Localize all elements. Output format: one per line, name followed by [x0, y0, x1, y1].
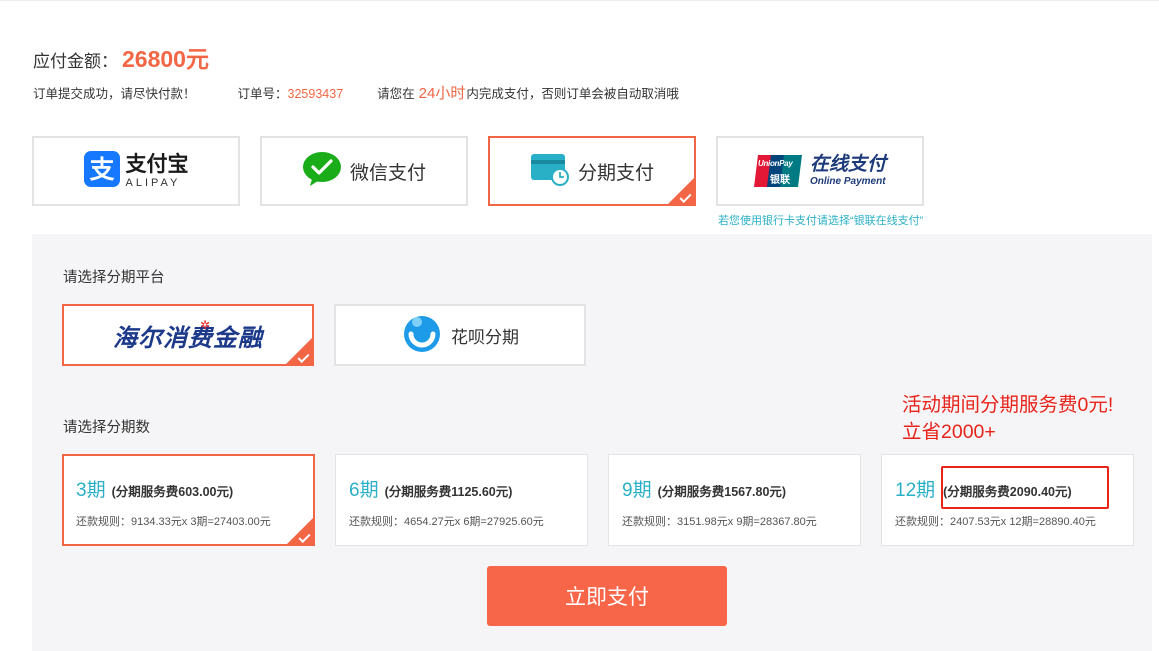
haier-star-icon: ✲: [200, 318, 211, 332]
term-option-9[interactable]: 9期 (分期服务费1567.80元) 还款规则：3151.98元x 9期=283…: [608, 454, 861, 546]
svg-text:支: 支: [89, 155, 114, 184]
installment-card-icon: [530, 152, 570, 191]
term-fee: (分期服务费2090.40元): [943, 485, 1072, 499]
order-number: 32593437: [287, 87, 344, 101]
term-count: 9期: [622, 480, 652, 501]
pay-method-unionpay[interactable]: UnionPay 银联 在线支付 Online Payment: [716, 136, 924, 206]
top-divider: [0, 0, 1159, 1]
unionpay-logo-cn: 银联: [769, 175, 790, 186]
unionpay-cn: 在线支付: [809, 154, 886, 175]
promo-text: 活动期间分期服务费0元! 立省2000+: [902, 392, 1113, 446]
term-count: 12期: [895, 480, 936, 501]
unionpay-logo-icon: UnionPay 银联: [753, 153, 804, 189]
term-rule: 还款规则：4654.27元x 6期=27925.60元: [349, 516, 544, 528]
term-head: 9期 (分期服务费1567.80元): [622, 475, 786, 502]
wechat-pay-icon: [302, 151, 342, 192]
haier-finance-logo: 海尔消费金融: [113, 322, 263, 352]
term-head: 3期 (分期服务费603.00元): [76, 475, 233, 502]
unionpay-logo-en: UnionPay: [757, 159, 793, 168]
deadline-prefix: 请您在: [377, 87, 415, 101]
term-option-3[interactable]: 3期 (分期服务费603.00元) 还款规则：9134.33元x 3期=2740…: [62, 454, 315, 546]
promo-line-2: 立省2000+: [902, 421, 996, 443]
platform-huabei[interactable]: 花呗分期: [334, 304, 586, 366]
pay-now-button[interactable]: 立即支付: [487, 566, 727, 626]
amount-label: 应付金额：: [33, 52, 118, 71]
alipay-cn: 支付宝: [125, 152, 189, 176]
deadline-time: 24小时: [418, 85, 466, 102]
alipay-wordmark: 支付宝 ALIPAY: [126, 154, 189, 189]
amount-row: 应付金额： 26800元: [33, 40, 209, 72]
promo-line-1: 活动期间分期服务费0元!: [902, 394, 1114, 416]
huabei-label: 花呗分期: [451, 327, 519, 347]
order-info-row: 订单提交成功，请尽快付款！ 订单号： 32593437 请您在 24小时 内完成…: [33, 82, 679, 103]
platform-section-label: 请选择分期平台: [63, 270, 165, 286]
alipay-en: ALIPAY: [125, 176, 181, 189]
term-head: 6期 (分期服务费1125.60元): [349, 475, 512, 502]
term-head: 12期 (分期服务费2090.40元): [895, 475, 1072, 502]
term-count: 6期: [349, 480, 379, 501]
term-fee: (分期服务费1567.80元): [657, 485, 787, 499]
wechat-pay-label: 微信支付: [349, 162, 426, 184]
term-rule: 还款规则：2407.53元x 12期=28890.40元: [895, 516, 1096, 528]
unionpay-wordmark: 在线支付 Online Payment: [810, 155, 886, 187]
payment-methods: 支 支付宝 ALIPAY 微信支付 分期支付 UnionPay 银联 在线支付 …: [32, 136, 932, 206]
installment-label: 分期支付: [577, 162, 654, 184]
deadline-suffix: 内完成支付，否则订单会被自动取消哦: [466, 87, 679, 101]
unionpay-en: Online Payment: [809, 176, 886, 187]
alipay-icon: 支: [83, 150, 120, 192]
amount-value: 26800元: [122, 46, 209, 72]
term-fee: (分期服务费1125.60元): [384, 485, 513, 499]
platform-haier[interactable]: 海尔消费金融 ✲: [62, 304, 314, 366]
unionpay-hint: 若您使用银行卡支付请选择“银联在线支付”: [718, 215, 924, 227]
term-count: 3期: [76, 480, 106, 501]
pay-method-alipay[interactable]: 支 支付宝 ALIPAY: [32, 136, 240, 206]
huabei-icon: [401, 312, 443, 359]
term-rule: 还款规则：9134.33元x 3期=27403.00元: [76, 516, 271, 528]
order-no-label: 订单号：: [237, 87, 288, 101]
term-option-12[interactable]: 12期 (分期服务费2090.40元) 还款规则：2407.53元x 12期=2…: [881, 454, 1134, 546]
submit-message: 订单提交成功，请尽快付款！: [33, 87, 196, 101]
pay-method-wechat[interactable]: 微信支付: [260, 136, 468, 206]
term-section-label: 请选择分期数: [63, 420, 150, 436]
term-rule: 还款规则：3151.98元x 9期=28367.80元: [622, 516, 817, 528]
pay-method-installment[interactable]: 分期支付: [488, 136, 696, 206]
term-option-6[interactable]: 6期 (分期服务费1125.60元) 还款规则：4654.27元x 6期=279…: [335, 454, 588, 546]
term-fee: (分期服务费603.00元): [111, 485, 234, 499]
